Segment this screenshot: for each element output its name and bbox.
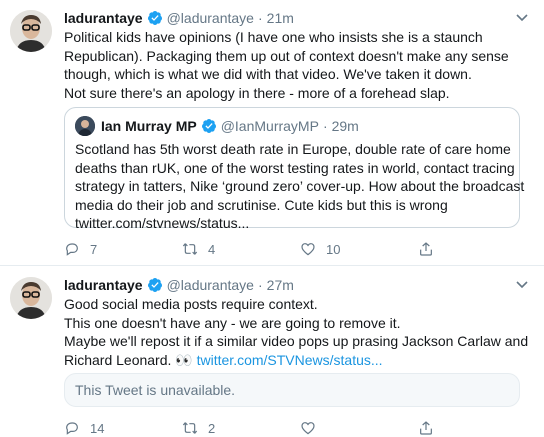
separator-dot: · <box>322 118 328 134</box>
display-name[interactable]: ladurantaye <box>64 277 143 293</box>
tweet[interactable]: ladurantaye @ladurantaye · 21m Political… <box>0 0 544 266</box>
verified-badge-icon <box>147 11 162 25</box>
tweet-text-line: Not sure there's an apology in there - m… <box>64 84 450 101</box>
reply-count: 14 <box>90 420 105 436</box>
reply-count: 7 <box>90 241 98 257</box>
unavailable-tweet-notice: This Tweet is unavailable. <box>64 373 520 407</box>
timestamp[interactable]: 21m <box>267 10 294 26</box>
tweet-text-line: Richard Leonard. 👀 twitter.com/STVNews/s… <box>64 351 524 370</box>
quoted-tweet-text: Scotland has 5th worst death rate in Eur… <box>75 140 525 233</box>
tweet[interactable]: ladurantaye @ladurantaye · 27m Good soci… <box>0 267 544 436</box>
quoted-text-line: media do their job and scrutinise. Cute … <box>75 196 448 213</box>
separator-dot: · <box>257 277 263 293</box>
tweet-text-line: though, which is what we did with that v… <box>64 66 472 82</box>
chevron-down-icon[interactable] <box>514 277 530 293</box>
tweet-text-line: This one doesn't have any - we are going… <box>64 314 401 331</box>
retweet-count: 2 <box>208 420 216 436</box>
tweet-link[interactable]: twitter.com/STVNews/status... <box>197 352 383 368</box>
retweet-button[interactable]: 2 <box>182 420 300 436</box>
retweet-count: 4 <box>208 241 216 257</box>
quoted-tweet-header: Ian Murray MP @IanMurrayMP · 29m <box>75 116 359 136</box>
display-name[interactable]: ladurantaye <box>64 10 143 26</box>
share-icon <box>420 242 432 256</box>
like-icon <box>301 243 315 256</box>
separator-dot: · <box>257 10 263 26</box>
quoted-text-line: Scotland has 5th worst death rate in Eur… <box>75 141 511 157</box>
chevron-down-icon[interactable] <box>514 10 530 26</box>
display-name: Ian Murray MP <box>101 118 197 134</box>
quoted-tweet[interactable]: Ian Murray MP @IanMurrayMP · 29m Scotlan… <box>64 107 524 231</box>
tweet-text: Political kids have opinions (I have one… <box>64 28 524 102</box>
quoted-text-line: deaths than rUK, one of the worst testin… <box>75 159 515 176</box>
quoted-text-line: twitter.com/stvnews/status... <box>75 215 250 231</box>
share-icon <box>420 421 432 435</box>
avatar[interactable] <box>10 277 52 319</box>
share-button[interactable] <box>418 241 536 257</box>
timestamp: 29m <box>331 118 359 134</box>
avatar[interactable] <box>10 10 52 52</box>
handle: @IanMurrayMP <box>220 118 319 134</box>
tweet-header: ladurantaye @ladurantaye · 21m <box>64 9 514 27</box>
handle[interactable]: @ladurantaye <box>167 10 254 26</box>
verified-badge-icon <box>201 119 216 133</box>
reply-button[interactable]: 14 <box>64 420 182 436</box>
tweet-header: ladurantaye @ladurantaye · 27m <box>64 276 514 294</box>
like-count: 10 <box>326 241 341 257</box>
timestamp[interactable]: 27m <box>267 277 294 293</box>
reply-icon <box>66 422 78 435</box>
handle[interactable]: @ladurantaye <box>167 277 254 293</box>
like-button[interactable] <box>300 420 418 436</box>
like-button[interactable]: 10 <box>300 241 418 257</box>
tweet-text-line: Good social media posts require context. <box>64 296 318 312</box>
verified-badge-icon <box>147 278 162 292</box>
tweet-text-line: Political kids have opinions (I have one… <box>64 29 483 45</box>
tweet-text-fragment: Richard Leonard. 👀 <box>64 351 197 368</box>
tweet-text: Good social media posts require context.… <box>64 295 529 370</box>
tweet-text-line: Maybe we'll repost it if a similar video… <box>64 333 529 349</box>
tweet-actions: 14 2 <box>64 419 536 437</box>
reply-button[interactable]: 7 <box>64 241 182 257</box>
avatar <box>75 116 95 136</box>
share-button[interactable] <box>418 420 536 436</box>
reply-icon <box>66 243 78 256</box>
retweet-icon <box>182 422 198 434</box>
retweet-icon <box>182 243 198 255</box>
like-icon <box>301 422 315 435</box>
retweet-button[interactable]: 4 <box>182 241 300 257</box>
tweet-text-line: Republican). Packaging them up out of co… <box>64 47 509 64</box>
quoted-text-line: strategy in tatters, Nike ‘ground zero’ … <box>75 178 525 194</box>
tweet-actions: 7 4 10 <box>64 240 536 258</box>
